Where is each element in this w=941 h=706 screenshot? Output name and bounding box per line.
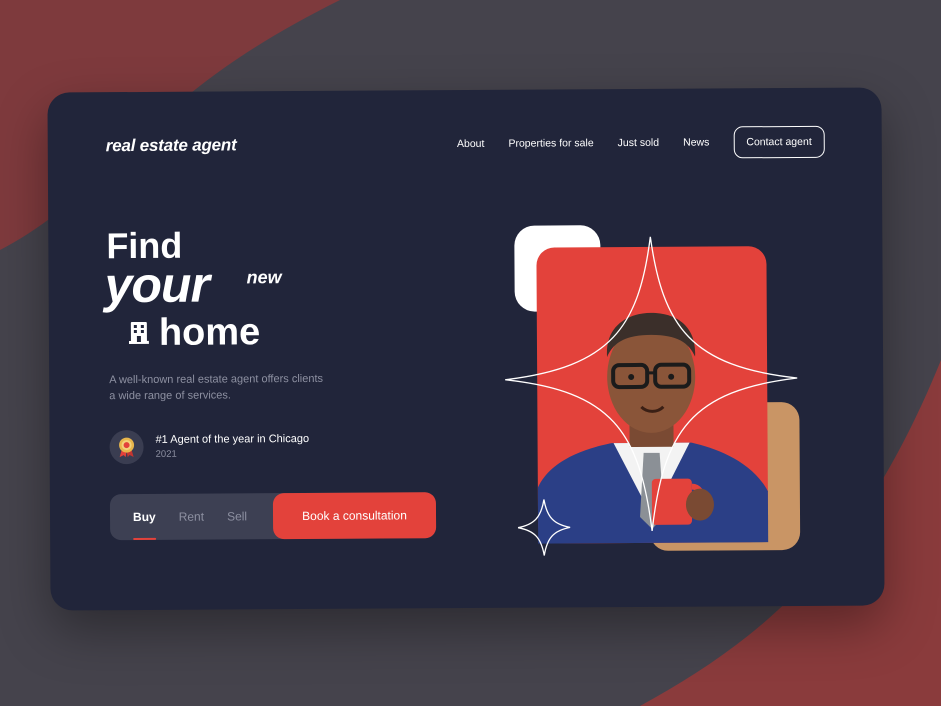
nav-link-about[interactable]: About — [457, 138, 485, 150]
award-medal-icon — [119, 437, 135, 458]
book-consultation-button[interactable]: Book a consultation — [272, 492, 437, 540]
hero-card: real estate agent About Properties for s… — [47, 87, 885, 611]
tab-sell[interactable]: Sell — [227, 493, 247, 539]
logo[interactable]: real estate agent — [106, 135, 237, 156]
agent-illustration — [505, 225, 801, 556]
nav-link-just-sold[interactable]: Just sold — [618, 137, 660, 149]
nav-link-news[interactable]: News — [683, 137, 709, 149]
award-text: #1 Agent of the year in Chicago 2021 — [156, 433, 310, 460]
award-row: #1 Agent of the year in Chicago 2021 — [109, 429, 310, 465]
award-year: 2021 — [155, 448, 177, 460]
contact-agent-button[interactable]: Contact agent — [733, 125, 825, 159]
nav-link-properties-for-sale[interactable]: Properties for sale — [508, 137, 593, 150]
award-title: #1 Agent of the year in Chicago — [155, 432, 310, 446]
building-icon — [128, 321, 149, 345]
hero-title-home-row: home — [128, 311, 261, 354]
hero-title-your: your — [104, 256, 210, 314]
tab-buy[interactable]: Buy — [133, 494, 156, 540]
deal-type-tabs: Buy Rent Sell Book a consultation — [109, 492, 437, 541]
award-badge — [109, 429, 144, 465]
tab-rent[interactable]: Rent — [179, 494, 205, 540]
hero-title-new: new — [246, 267, 282, 288]
top-nav: About Properties for sale Just sold News… — [457, 125, 825, 160]
hero-description: A well-known real estate agent offers cl… — [109, 372, 324, 403]
hero-title-home: home — [158, 311, 261, 354]
